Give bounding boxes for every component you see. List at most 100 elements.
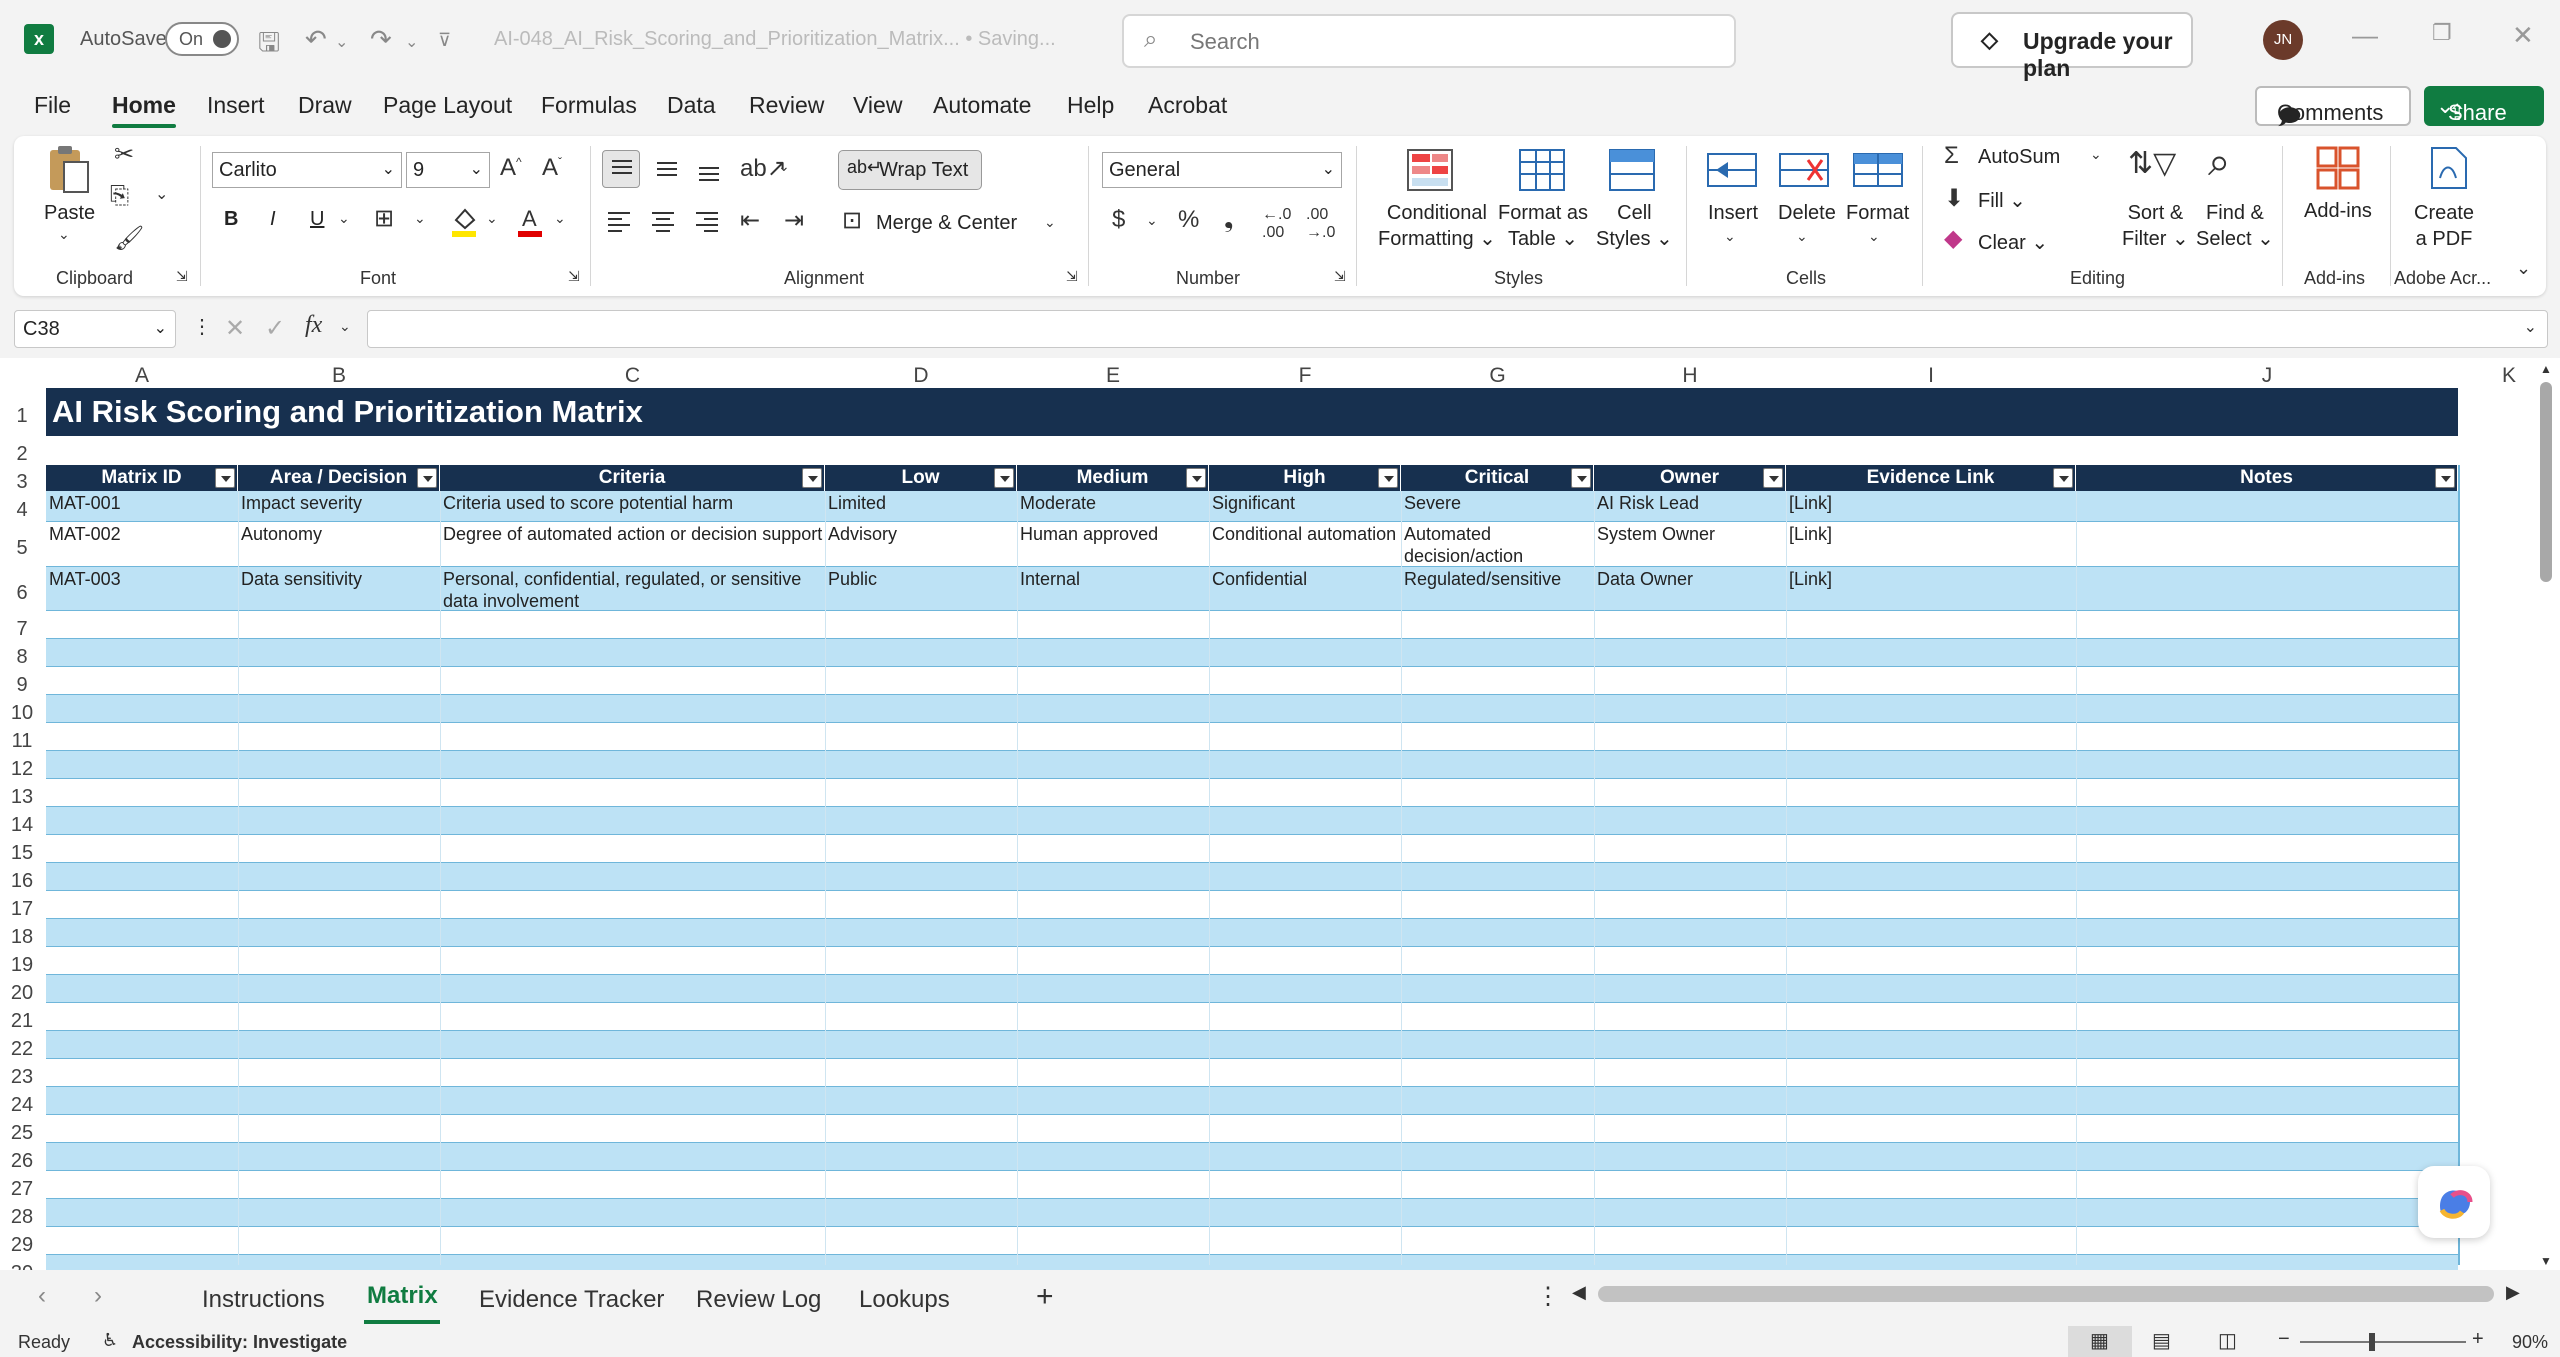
table-cell[interactable]: [2076, 492, 2458, 521]
table-cell[interactable]: [Link]: [1786, 568, 2076, 610]
table-cell[interactable]: System Owner: [1594, 523, 1786, 566]
bold-button[interactable]: B: [224, 208, 238, 231]
column-header-i[interactable]: I: [1786, 358, 2076, 388]
table-row[interactable]: [46, 975, 2458, 1003]
alignment-launcher-icon[interactable]: ⇲: [1066, 268, 1078, 285]
delete-cells-button[interactable]: Delete: [1778, 202, 1836, 225]
row-header-4[interactable]: 4: [0, 491, 44, 522]
restore-icon[interactable]: ❐: [2432, 20, 2452, 46]
table-cell[interactable]: Impact severity: [238, 492, 440, 521]
format-painter-icon[interactable]: 🖌: [114, 224, 144, 253]
table-row[interactable]: [46, 1227, 2458, 1255]
row-header-7[interactable]: 7: [0, 611, 44, 640]
menu-automate[interactable]: Automate: [933, 92, 1031, 119]
table-cell[interactable]: Confidential: [1209, 568, 1401, 610]
table-cell[interactable]: Limited: [825, 492, 1017, 521]
table-row[interactable]: [46, 863, 2458, 891]
menu-insert[interactable]: Insert: [207, 92, 265, 119]
table-row[interactable]: [46, 779, 2458, 807]
insert-function-icon[interactable]: fx: [305, 312, 322, 339]
header-cell[interactable]: Low: [825, 465, 1017, 491]
table-cell[interactable]: Degree of automated action or decision s…: [440, 523, 825, 566]
table-cell[interactable]: Automated decision/action: [1401, 523, 1594, 566]
filter-dropdown-icon[interactable]: [802, 468, 822, 488]
table-row[interactable]: [46, 1115, 2458, 1143]
column-header-g[interactable]: G: [1401, 358, 1594, 388]
eraser-icon[interactable]: ◆: [1944, 224, 1962, 253]
row-header-29[interactable]: 29: [0, 1227, 44, 1256]
zoom-level[interactable]: 90%: [2512, 1332, 2548, 1353]
autosave-toggle[interactable]: On: [165, 22, 239, 56]
merge-center-icon[interactable]: ⊡: [842, 206, 862, 235]
row-header-8[interactable]: 8: [0, 639, 44, 668]
cut-icon[interactable]: ✂: [114, 140, 134, 169]
table-cell[interactable]: Criteria used to score potential harm: [440, 492, 825, 521]
row-header-26[interactable]: 26: [0, 1143, 44, 1172]
row-header-20[interactable]: 20: [0, 975, 44, 1004]
sort-filter-icon[interactable]: ⇅▽: [2128, 146, 2176, 181]
row-header-9[interactable]: 9: [0, 667, 44, 696]
clear-button[interactable]: Clear ⌄: [1978, 230, 2048, 255]
avatar[interactable]: JN: [2263, 20, 2303, 60]
insert-dropdown-icon[interactable]: ⌄: [1724, 228, 1736, 245]
increase-font-icon[interactable]: A^: [500, 154, 522, 182]
autosum-dropdown-icon[interactable]: ⌄: [2090, 146, 2102, 163]
sort-filter-button[interactable]: Sort & Filter ⌄: [2122, 200, 2189, 252]
table-row[interactable]: [46, 611, 2458, 639]
increase-indent-icon[interactable]: ⇥: [784, 206, 804, 235]
zoom-in-icon[interactable]: +: [2472, 1328, 2484, 1351]
create-pdf-button[interactable]: Create a PDF: [2414, 200, 2474, 252]
column-header-j[interactable]: J: [2076, 358, 2458, 388]
column-header-f[interactable]: F: [1209, 358, 1401, 388]
table-row[interactable]: [46, 1199, 2458, 1227]
search-input[interactable]: ⌕ Search: [1122, 14, 1736, 68]
row-header-5[interactable]: 5: [0, 522, 44, 567]
ribbon-collapse-icon[interactable]: ⌄: [2516, 258, 2531, 279]
currency-dropdown-icon[interactable]: ⌄: [1146, 212, 1158, 229]
table-row[interactable]: [46, 1031, 2458, 1059]
more-icon[interactable]: ⋮: [192, 314, 212, 339]
format-cells-button[interactable]: Format: [1846, 202, 1909, 225]
font-size-select[interactable]: 9 ⌄: [406, 152, 490, 188]
font-color-dropdown-icon[interactable]: ⌄: [554, 210, 566, 227]
menu-view[interactable]: View: [853, 92, 902, 119]
number-format-select[interactable]: General ⌄: [1102, 152, 1342, 188]
tab-matrix[interactable]: Matrix: [367, 1282, 438, 1310]
name-box[interactable]: C38 ⌄: [14, 310, 176, 348]
sheet-title[interactable]: AI Risk Scoring and Prioritization Matri…: [46, 388, 2458, 436]
minimize-icon[interactable]: —: [2352, 20, 2378, 51]
table-row[interactable]: [46, 891, 2458, 919]
cancel-icon[interactable]: ✕: [225, 314, 245, 343]
row-header-1[interactable]: 1: [0, 388, 44, 436]
delete-dropdown-icon[interactable]: ⌄: [1796, 228, 1808, 245]
row-header-24[interactable]: 24: [0, 1087, 44, 1116]
tab-evidence-tracker[interactable]: Evidence Tracker: [479, 1286, 664, 1314]
cell-styles-button[interactable]: Cell Styles ⌄: [1596, 200, 1673, 252]
align-bottom-icon[interactable]: [690, 150, 728, 188]
decrease-font-icon[interactable]: Aˇ: [542, 154, 562, 182]
table-cell[interactable]: AI Risk Lead: [1594, 492, 1786, 521]
scroll-up-icon[interactable]: ▲: [2540, 362, 2552, 376]
page-break-view-icon[interactable]: ◫: [2218, 1328, 2237, 1353]
add-sheet-button[interactable]: +: [1036, 1280, 1054, 1314]
row-header-27[interactable]: 27: [0, 1171, 44, 1200]
column-header-d[interactable]: D: [825, 358, 1017, 388]
underline-dropdown-icon[interactable]: ⌄: [338, 210, 350, 227]
clipboard-launcher-icon[interactable]: ⇲: [176, 268, 188, 285]
merge-center-button[interactable]: Merge & Center: [876, 212, 1017, 235]
create-pdf-icon[interactable]: [2424, 144, 2472, 192]
table-cell[interactable]: MAT-001: [46, 492, 238, 521]
format-as-table-button[interactable]: Format as Table ⌄: [1498, 200, 1588, 252]
row-header-25[interactable]: 25: [0, 1115, 44, 1144]
find-select-button[interactable]: Find & Select ⌄: [2196, 200, 2274, 252]
prev-sheet-icon[interactable]: ‹: [38, 1282, 46, 1310]
paste-dropdown-icon[interactable]: ⌄: [58, 226, 70, 243]
insert-cells-button[interactable]: Insert: [1708, 202, 1758, 225]
table-cell[interactable]: Advisory: [825, 523, 1017, 566]
filter-dropdown-icon[interactable]: [2053, 468, 2073, 488]
align-center-icon[interactable]: [648, 206, 678, 236]
merge-dropdown-icon[interactable]: ⌄: [1044, 214, 1056, 231]
table-cell[interactable]: Human approved: [1017, 523, 1209, 566]
column-header-c[interactable]: C: [440, 358, 825, 388]
borders-dropdown-icon[interactable]: ⌄: [414, 210, 426, 227]
